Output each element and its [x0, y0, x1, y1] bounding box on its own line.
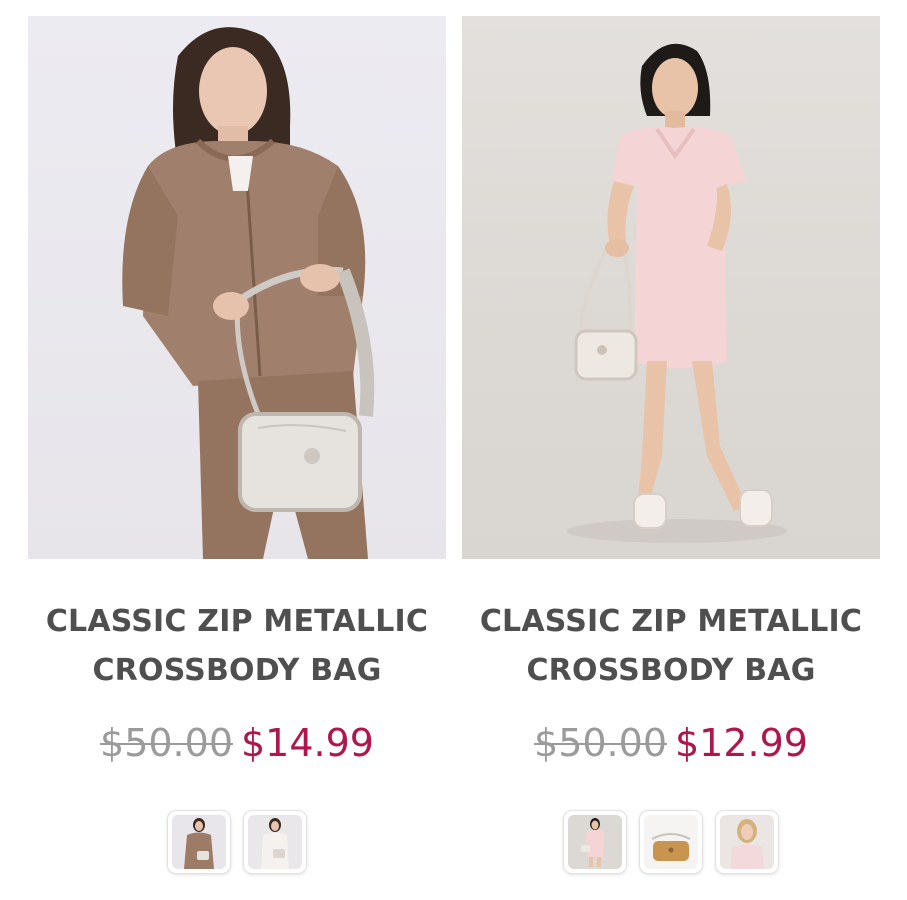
swatch-thumb-image — [568, 815, 622, 869]
product-card: CLASSIC ZIP METALLIC CROSSBODY BAG $50.0… — [462, 16, 880, 873]
swatch-pink[interactable] — [716, 811, 778, 873]
swatch-thumb-image — [720, 815, 774, 869]
product-image[interactable] — [28, 16, 446, 559]
color-swatches — [462, 811, 880, 873]
sale-price: $12.99 — [675, 721, 808, 765]
original-price: $50.00 — [534, 721, 667, 765]
swatch-thumb-image — [248, 815, 302, 869]
original-price: $50.00 — [100, 721, 233, 765]
product-image[interactable] — [462, 16, 880, 559]
swatch-brown[interactable] — [168, 811, 230, 873]
product-card: CLASSIC ZIP METALLIC CROSSBODY BAG $50.0… — [28, 16, 446, 873]
swatch-tan[interactable] — [640, 811, 702, 873]
swatch-cream[interactable] — [564, 811, 626, 873]
price-block: $50.00 $14.99 — [28, 719, 446, 767]
swatch-thumb-image — [172, 815, 226, 869]
swatch-thumb-image — [644, 815, 698, 869]
swatch-white[interactable] — [244, 811, 306, 873]
price-block: $50.00 $12.99 — [462, 719, 880, 767]
color-swatches — [28, 811, 446, 873]
product-title[interactable]: CLASSIC ZIP METALLIC CROSSBODY BAG — [28, 597, 446, 695]
sale-price: $14.99 — [241, 721, 374, 765]
product-title[interactable]: CLASSIC ZIP METALLIC CROSSBODY BAG — [462, 597, 880, 695]
